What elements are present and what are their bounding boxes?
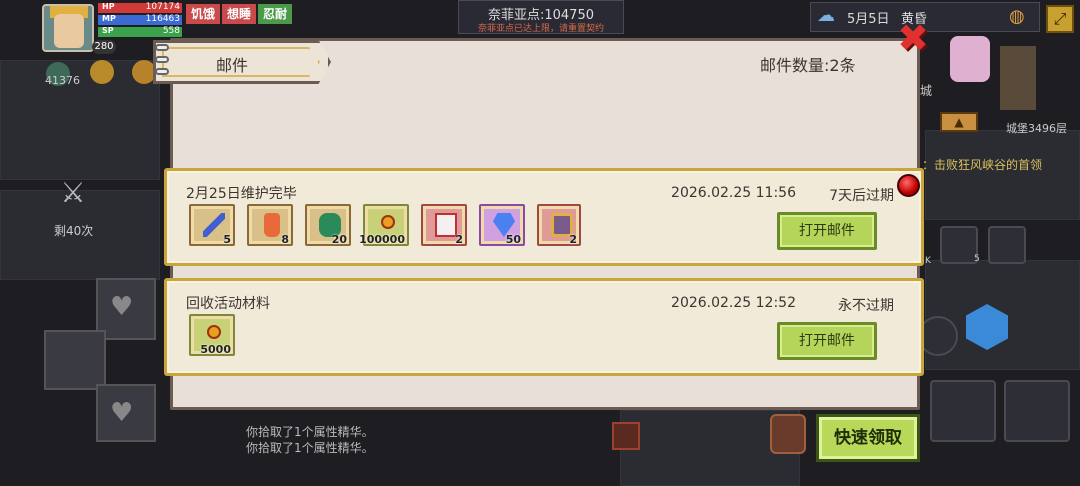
status-endure: 忍耐 [258, 4, 292, 24]
mp-bar: MP 116463 [98, 14, 182, 25]
backpack-icon[interactable] [770, 414, 806, 454]
status-hunger: 饥饿 [186, 4, 220, 24]
quick-claim-button[interactable]: 快速领取 [816, 414, 920, 462]
reward-slot[interactable]: 20 [305, 204, 351, 246]
item-qty: 5 [223, 233, 231, 246]
globe-icon[interactable]: ◍ [1009, 6, 1033, 28]
sp-value: 558 [162, 26, 180, 36]
mail-tab-title: 邮件 [216, 56, 249, 75]
item-qty: 20 [331, 233, 347, 246]
coin-icon [381, 215, 395, 229]
sp-label: SP [102, 26, 114, 35]
binder-ring [155, 56, 169, 63]
reward-slot[interactable]: 5 [189, 204, 235, 246]
remaining-count: 剩40次 [54, 224, 94, 238]
log-line: 你拾取了1个属性精华。 [246, 425, 374, 439]
chevron-up-icon[interactable]: ▲ [940, 112, 978, 132]
item-qty: 8 [281, 233, 289, 246]
castle-icon[interactable] [1000, 46, 1036, 110]
sp-bar: SP 558 [98, 26, 182, 37]
floor-tile [925, 130, 1080, 220]
potion-icon [264, 213, 280, 237]
player-avatar[interactable] [42, 4, 94, 52]
bow-icon[interactable] [1004, 380, 1070, 442]
staff-icon [203, 213, 225, 237]
mail-title: 回收活动材料 [186, 296, 270, 312]
item-qty: 2 [455, 233, 463, 246]
gear-badge-icon[interactable] [90, 60, 114, 84]
date-label: 5月5日 [847, 12, 890, 27]
cloud-rain-icon: ☁ [817, 5, 835, 26]
hp-value: 107174 [145, 2, 180, 12]
slot-staff[interactable] [988, 226, 1026, 264]
binder-ring [155, 68, 169, 75]
reward-slot[interactable]: 50 [479, 204, 525, 246]
item-qty: 100000 [359, 233, 405, 246]
sword-icon[interactable] [930, 380, 996, 442]
gold-amount: 41376 [45, 74, 80, 87]
dpad-left[interactable] [44, 330, 106, 390]
mail-item[interactable]: 回收活动材料 2026.02.25 12:52 永不过期 打开邮件 5000 [164, 278, 924, 376]
heart-icon: ♥ [110, 292, 134, 322]
binder-ring [155, 44, 169, 51]
item-5: 5 [974, 254, 980, 264]
mail-expiry: 永不过期 [838, 298, 894, 314]
log-line: 你拾取了1个属性精华。 [246, 441, 374, 455]
npc-portrait[interactable] [950, 36, 990, 82]
reward-slot[interactable]: 5000 [189, 314, 235, 356]
item-k: K [925, 256, 931, 266]
quest-text: ：击败狂风峡谷的首领 [922, 158, 1043, 172]
mail-count: 邮件数量:2条 [760, 56, 856, 75]
expand-icon[interactable]: ⤢ [1046, 5, 1074, 33]
slot-gem[interactable] [940, 226, 978, 264]
mp-label: MP [102, 14, 116, 23]
item-qty: 5000 [200, 343, 231, 356]
mail-item[interactable]: 2月25日维护完毕 2026.02.25 11:56 7天后过期 打开邮件 5 … [164, 168, 924, 266]
hp-bar: HP 107174 [98, 2, 182, 13]
mail-datetime: 2026.02.25 12:52 [671, 295, 796, 311]
tent-icon[interactable] [132, 60, 156, 84]
points-note: 奈菲亚点已达上限，请重置契约 [477, 24, 604, 34]
mail-datetime: 2026.02.25 11:56 [671, 185, 796, 201]
stairs-icon[interactable] [612, 422, 640, 450]
castle-floor: 城堡3496层 [1006, 122, 1067, 135]
reward-slot[interactable]: 8 [247, 204, 293, 246]
open-mail-button[interactable]: 打开邮件 [777, 322, 877, 360]
card-icon [435, 213, 457, 237]
book-icon[interactable] [918, 316, 958, 356]
points-box: 奈菲亚点:104750 奈菲亚点已达上限，请重置契约 [458, 0, 624, 34]
unread-badge-icon [897, 174, 920, 197]
hp-label: HP [102, 2, 115, 11]
mail-expiry: 7天后过期 [829, 188, 894, 204]
town-label: 城 [920, 84, 933, 98]
player-level: 280 [92, 40, 116, 54]
close-icon[interactable]: ✖ [895, 19, 931, 57]
crossed-swords-icon[interactable]: ⚔ [56, 176, 90, 210]
face-icon [54, 14, 84, 48]
open-mail-button[interactable]: 打开邮件 [777, 212, 877, 250]
coin-icon [207, 325, 221, 339]
item-qty: 2 [569, 233, 577, 246]
mail-title: 2月25日维护完毕 [186, 186, 297, 202]
status-sleepy: 想睡 [222, 4, 256, 24]
mp-value: 116463 [145, 14, 180, 24]
heart-icon: ♥ [110, 398, 134, 428]
reward-slot[interactable]: 2 [537, 204, 581, 246]
reward-slot[interactable]: 100000 [359, 204, 409, 246]
reward-slot[interactable]: 2 [421, 204, 467, 246]
item-qty: 50 [505, 233, 521, 246]
